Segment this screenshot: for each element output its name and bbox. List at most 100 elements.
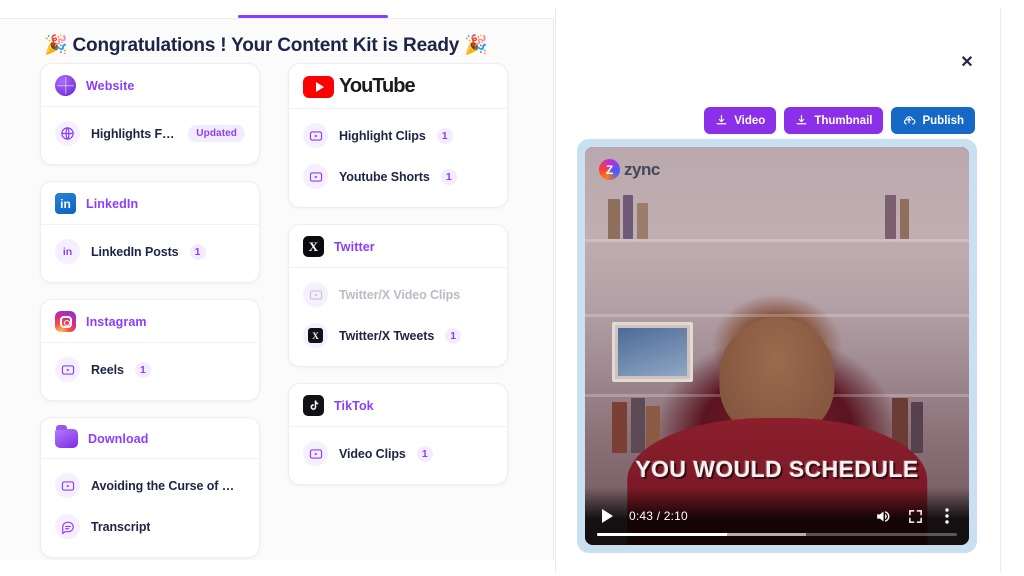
- kit-card-twitter: X Twitter Twitter/X Video Clips X Twitter/X …: [288, 224, 508, 367]
- book-decor: [899, 198, 910, 239]
- kit-item-label: Youtube Shorts: [339, 169, 430, 184]
- kit-item-row[interactable]: Reels 1: [55, 349, 245, 390]
- brand-name: Download: [88, 431, 149, 446]
- linkedin-small-icon: in: [55, 239, 80, 264]
- download-icon: [795, 114, 808, 127]
- video-clip-icon: [303, 164, 328, 189]
- progress-played: [597, 533, 727, 536]
- book-decor: [636, 202, 649, 239]
- video-clip-icon: [55, 357, 80, 382]
- shelf-decor: [585, 314, 969, 318]
- brand-name: Website: [86, 78, 135, 93]
- kit-item-label: LinkedIn Posts: [91, 244, 179, 259]
- zync-logo-icon: [599, 159, 620, 180]
- kit-column-left: Website Highlights Feed Updated in LinkedIn i…: [40, 63, 260, 560]
- kit-item-row[interactable]: Highlight Clips 1: [303, 115, 493, 156]
- item-count-badge: 1: [440, 168, 457, 185]
- upload-cloud-icon: [902, 114, 916, 128]
- kit-item-label: Video Clips: [339, 446, 406, 461]
- kit-item-row[interactable]: Highlights Feed Updated: [55, 113, 245, 154]
- video-player[interactable]: zync YOU WOULD SCHEDULE 0:43 / 2:10: [585, 147, 969, 545]
- app-screen: 🎉 Congratulations ! Your Content Kit is …: [0, 0, 1024, 576]
- shelf-decor: [585, 238, 969, 242]
- folder-icon: [55, 425, 78, 448]
- kit-item-row[interactable]: Video Clips 1: [303, 433, 493, 474]
- card-body: Avoiding the Curse of K… Transcript: [41, 459, 259, 557]
- play-icon[interactable]: [597, 506, 617, 526]
- brand-name: Instagram: [86, 314, 147, 329]
- globe-icon: [55, 121, 80, 146]
- card-body: Highlight Clips 1 Youtube Shorts 1: [289, 109, 507, 207]
- close-icon[interactable]: ✕: [956, 52, 978, 74]
- zync-wordmark: zync: [624, 159, 660, 179]
- fullscreen-icon[interactable]: [905, 506, 925, 526]
- video-player-frame: zync YOU WOULD SCHEDULE 0:43 / 2:10: [577, 139, 977, 553]
- book-decor: [611, 401, 628, 454]
- kit-card-linkedin: in LinkedIn in LinkedIn Posts 1: [40, 181, 260, 283]
- card-header: Website: [41, 64, 259, 107]
- status-badge: Updated: [188, 125, 245, 142]
- kit-item-label: Highlight Clips: [339, 128, 426, 143]
- transcript-icon: [55, 514, 80, 539]
- twitter-x-icon: X: [303, 236, 324, 257]
- video-clip-icon: [55, 473, 80, 498]
- kit-card-download: Download Avoiding the Curse of K… Transcri…: [40, 417, 260, 558]
- picture-frame-decor: [611, 322, 693, 382]
- card-header: YouTube: [289, 64, 507, 109]
- video-clip-icon: [303, 441, 328, 466]
- video-button[interactable]: Video: [704, 107, 777, 134]
- video-controls: 0:43 / 2:10: [585, 487, 969, 545]
- publish-button[interactable]: Publish: [891, 107, 975, 134]
- thumbnail-button[interactable]: Thumbnail: [784, 107, 884, 134]
- page-title: 🎉 Congratulations ! Your Content Kit is …: [44, 35, 488, 56]
- brand-name: LinkedIn: [86, 196, 139, 211]
- card-header: X Twitter: [289, 225, 507, 268]
- card-header: Download: [41, 418, 259, 459]
- kit-card-website: Website Highlights Feed Updated: [40, 63, 260, 165]
- more-options-icon[interactable]: [937, 506, 957, 526]
- video-timestamp: 0:43 / 2:10: [629, 509, 688, 523]
- card-header: TikTok: [289, 384, 507, 427]
- kit-item-row[interactable]: in LinkedIn Posts 1: [55, 231, 245, 272]
- tiktok-icon: [303, 395, 324, 416]
- item-count-badge: 1: [436, 127, 453, 144]
- item-count-badge: 1: [134, 361, 151, 378]
- book-decor: [911, 401, 923, 454]
- button-label: Video: [734, 114, 766, 127]
- content-kit-panel: 🎉 Congratulations ! Your Content Kit is …: [0, 18, 554, 560]
- kit-item-row[interactable]: Transcript: [55, 506, 245, 547]
- youtube-icon: YouTube: [303, 75, 416, 98]
- volume-icon[interactable]: [873, 506, 893, 526]
- video-caption: YOU WOULD SCHEDULE: [635, 456, 919, 482]
- card-body: Twitter/X Video Clips X Twitter/X Tweets 1: [289, 268, 507, 366]
- kit-item-row[interactable]: Youtube Shorts 1: [303, 156, 493, 197]
- book-decor: [631, 397, 645, 454]
- card-body: Reels 1: [41, 343, 259, 400]
- kit-column-right: YouTube Highlight Clips 1 Youtube Shorts 1 X T…: [288, 63, 508, 501]
- item-count-badge: 1: [445, 327, 462, 344]
- brand-name: TikTok: [334, 398, 374, 413]
- kit-item-label: Twitter/X Video Clips: [339, 287, 461, 302]
- card-body: Highlights Feed Updated: [41, 107, 259, 164]
- kit-card-tiktok: TikTok Video Clips 1: [288, 383, 508, 485]
- video-action-bar: Video Thumbnail Publish: [704, 107, 975, 134]
- kit-item-row[interactable]: X Twitter/X Tweets 1: [303, 315, 493, 356]
- video-clip-icon: [303, 123, 328, 148]
- twitter-x-small-icon: X: [303, 323, 328, 348]
- button-label: Publish: [922, 114, 964, 127]
- kit-item-label: Reels: [91, 362, 124, 377]
- kit-item-label: Twitter/X Tweets: [339, 328, 435, 343]
- zync-watermark: zync: [599, 159, 660, 180]
- instagram-icon: [55, 311, 76, 332]
- book-decor: [623, 194, 633, 239]
- kit-item-label: Transcript: [91, 519, 151, 534]
- video-preview-panel: ✕ Video Thumbnail Publish Z zync YOU WOU…: [555, 8, 1001, 572]
- video-progress-bar[interactable]: [597, 533, 957, 536]
- kit-item-label: Avoiding the Curse of K…: [91, 478, 237, 493]
- kit-item-row[interactable]: Avoiding the Curse of K…: [55, 465, 245, 506]
- kit-item-label: Highlights Feed: [91, 126, 178, 141]
- kit-card-instagram: Instagram Reels 1: [40, 299, 260, 401]
- card-body: in LinkedIn Posts 1: [41, 225, 259, 282]
- book-decor: [884, 194, 897, 239]
- item-count-badge: 1: [189, 243, 206, 260]
